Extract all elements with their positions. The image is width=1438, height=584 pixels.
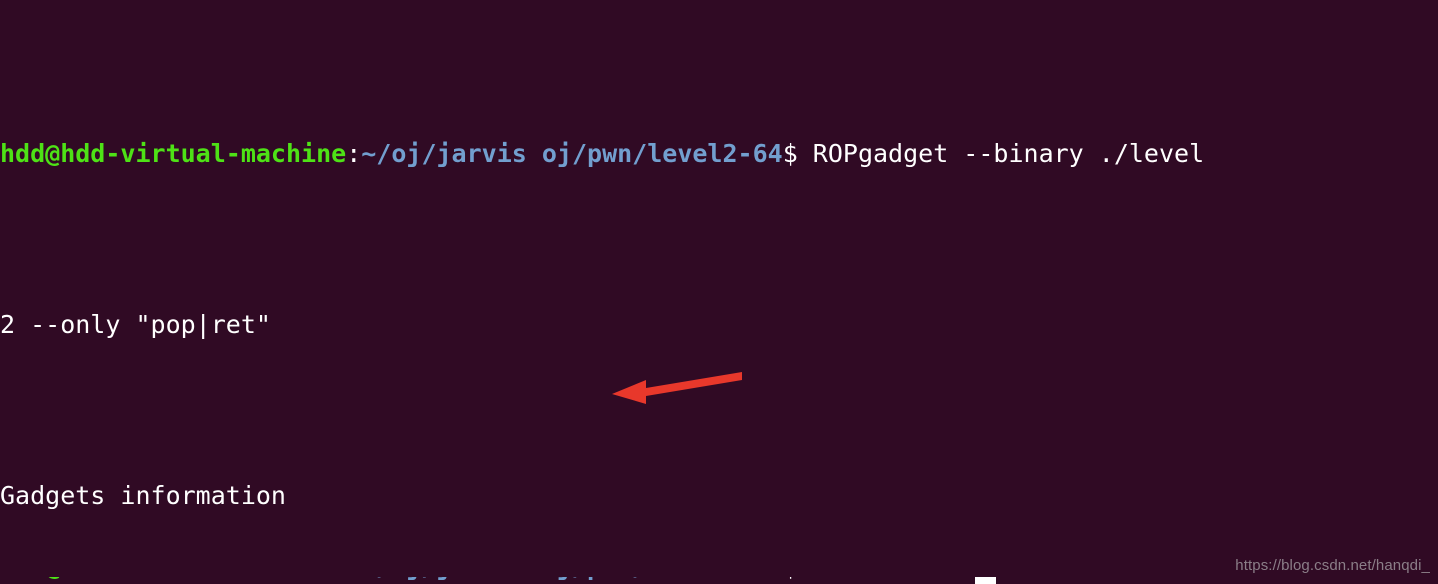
- bottom-partial-prompt-row: hdd@hdd-virtual-machine:~/oj/jarvis oj/p…: [0, 577, 1438, 584]
- gadgets-information-header: Gadgets information: [0, 480, 286, 510]
- bottom-prompt-user-host: hdd@hdd-virtual-machine: [0, 577, 346, 581]
- bottom-prompt-separator: :: [346, 577, 361, 581]
- prompt-path: ~/oj/jarvis oj/pwn/level2-64: [361, 138, 783, 168]
- bottom-prompt-path: ~/oj/jarvis oj/pwn/level2-64: [361, 577, 782, 581]
- terminal-cursor: [975, 577, 996, 584]
- prompt-user-host: hdd@hdd-virtual-machine: [0, 138, 347, 168]
- terminal-screen: hdd@hdd-virtual-machine:~/oj/jarvis oj/p…: [0, 0, 1204, 584]
- terminal-window[interactable]: hdd@hdd-virtual-machine:~/oj/jarvis oj/p…: [0, 0, 1438, 584]
- prompt-separator: :: [346, 138, 362, 168]
- prompt-sigil: $: [782, 138, 813, 168]
- command-text: ROPgadget --binary ./level: [812, 138, 1205, 168]
- terminal-line-prompt: hdd@hdd-virtual-machine:~/oj/jarvis oj/p…: [0, 137, 1204, 171]
- bottom-prompt-sigil: $: [783, 577, 813, 581]
- csdn-watermark: https://blog.csdn.net/hanqdi_: [1235, 557, 1430, 574]
- command-wrapped-text: 2 --only "pop|ret": [0, 309, 271, 339]
